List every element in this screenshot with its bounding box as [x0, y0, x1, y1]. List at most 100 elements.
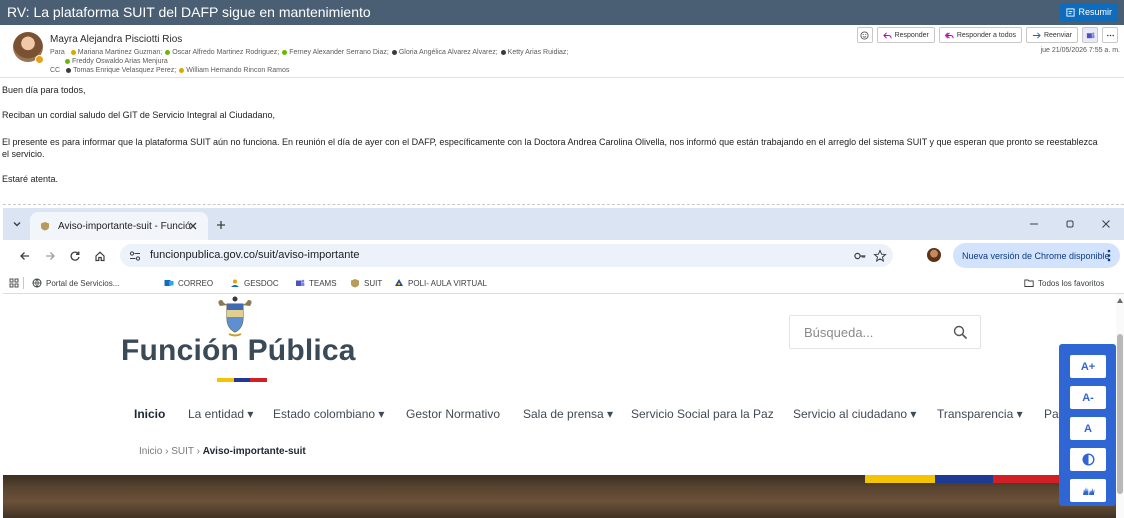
presence-available-icon: [65, 59, 70, 64]
new-tab-button[interactable]: [213, 217, 229, 233]
flag-yellow: [865, 475, 935, 483]
email-actions: Responder Responder a todos Reenviar: [856, 27, 1118, 43]
nav-estado-colombiano[interactable]: Estado colombiano ▾: [273, 402, 384, 426]
tab-search-button[interactable]: [9, 216, 25, 232]
minimize-button[interactable]: [1016, 208, 1052, 240]
chevron-down-icon: [13, 222, 21, 227]
profile-avatar[interactable]: [927, 248, 941, 262]
tab-strip: Aviso-importante-suit - Funció: [3, 208, 1124, 240]
site-info-icon[interactable]: [128, 249, 142, 263]
scroll-up-arrow-icon[interactable]: [1117, 298, 1123, 303]
recipient[interactable]: Ketty Arias Ruidiaz;: [508, 49, 569, 56]
close-tab-button[interactable]: [186, 219, 200, 233]
nav-servicio-al-ciudadano[interactable]: Servicio al ciudadano ▾: [793, 402, 916, 426]
bookmark-correo[interactable]: CORREO: [164, 272, 213, 294]
restore-icon: [1066, 220, 1074, 228]
reply-label: Responder: [894, 31, 929, 39]
site-brand-title[interactable]: Función Pública: [121, 334, 356, 368]
bookmark-teams[interactable]: TEAMS: [295, 272, 337, 294]
presence-away-icon: [179, 68, 185, 73]
bookmark-suit[interactable]: SUIT: [350, 272, 382, 294]
decrease-font-button[interactable]: A-: [1070, 386, 1106, 409]
to-label: Para: [50, 49, 65, 56]
sign-language-icon: [1082, 487, 1094, 495]
cc-label: CC: [50, 67, 61, 74]
breadcrumb: Inicio › SUIT › Aviso-importante-suit: [139, 446, 306, 457]
recipient[interactable]: Freddy Oswaldo Arias Menjura: [72, 58, 168, 65]
accessibility-toolbar: A+ A- A: [1059, 344, 1116, 506]
nav-gestor-normativo[interactable]: Gestor Normativo: [406, 402, 500, 426]
summarize-label: Resumir: [1078, 7, 1112, 17]
contrast-button[interactable]: [1070, 448, 1106, 471]
presence-away-icon: [35, 55, 44, 64]
funcion-publica-page: Función Pública Búsqueda... Inicio La en…: [3, 294, 1124, 518]
folder-icon: [1024, 279, 1034, 287]
bookmark-poli-aula-virtual[interactable]: POLI- AULA VIRTUAL: [394, 272, 487, 294]
nav-la-entidad[interactable]: La entidad ▾: [188, 402, 253, 426]
email-subject-bar: RV: La plataforma SUIT del DAFP sigue en…: [0, 0, 1124, 25]
nav-inicio[interactable]: Inicio: [134, 402, 165, 426]
nav-sala-de-prensa[interactable]: Sala de prensa ▾: [523, 402, 613, 426]
home-button[interactable]: [92, 248, 108, 264]
recipient[interactable]: Mariana Martinez Guzman;: [78, 49, 162, 56]
password-key-icon[interactable]: [853, 249, 867, 263]
all-bookmarks-label: Todos los favoritos: [1038, 278, 1105, 288]
close-icon: [1102, 220, 1110, 228]
recipient[interactable]: Gloria Angélica Alvarez Alvarez;: [399, 49, 498, 56]
gesdoc-icon: [231, 279, 239, 287]
site-favicon: [351, 279, 359, 288]
to-line-continued: Freddy Oswaldo Arias Menjura: [62, 58, 168, 65]
summarize-button[interactable]: Resumir: [1060, 3, 1118, 22]
flag-stripe: [217, 378, 268, 382]
emoji-reaction-button[interactable]: [856, 27, 873, 43]
reply-icon: [882, 31, 892, 39]
sign-language-button[interactable]: [1070, 479, 1106, 502]
recipient[interactable]: William Hernando Rincon Ramos: [186, 67, 289, 74]
back-button[interactable]: [17, 248, 33, 264]
reply-all-icon: [944, 31, 954, 39]
scrollbar-thumb[interactable]: [1117, 334, 1123, 494]
teams-icon: [1086, 32, 1094, 38]
arrow-right-icon: [46, 252, 55, 260]
nav-transparencia[interactable]: Transparencia ▾: [937, 402, 1023, 426]
increase-font-button[interactable]: A+: [1070, 355, 1106, 378]
tab-aviso-importante[interactable]: Aviso-importante-suit - Funció: [30, 212, 208, 240]
hero-banner: [3, 475, 1124, 518]
reply-button[interactable]: Responder: [876, 27, 935, 43]
email-paragraph: el servicio.: [2, 149, 45, 159]
page-scrollbar[interactable]: [1116, 294, 1124, 518]
close-window-button[interactable]: [1088, 208, 1124, 240]
reset-font-button[interactable]: A: [1070, 417, 1106, 440]
presence-offline-icon: [500, 50, 506, 55]
email-greeting: Buen día para todos,: [2, 85, 86, 95]
reply-all-button[interactable]: Responder a todos: [938, 27, 1022, 43]
forward-nav-button[interactable]: [42, 248, 58, 264]
address-bar[interactable]: funcionpublica.gov.co/suit/aviso-importa…: [120, 244, 893, 267]
site-search-input[interactable]: Búsqueda...: [789, 315, 981, 349]
reload-button[interactable]: [67, 248, 83, 264]
more-actions-button[interactable]: [1102, 27, 1118, 43]
bookmark-gesdoc[interactable]: GESDOC: [230, 272, 279, 294]
embedded-browser-screenshot: Aviso-importante-suit - Funció funcionpu…: [3, 204, 1124, 518]
breadcrumb-home[interactable]: Inicio: [139, 446, 162, 457]
recipient[interactable]: Ferney Alexander Serrano Diaz;: [289, 49, 389, 56]
smiley-icon: [860, 30, 869, 40]
chrome-update-button[interactable]: Nueva versión de Chrome disponible: [953, 243, 1120, 268]
recipient[interactable]: Tomas Enrique Velasquez Perez;: [73, 67, 176, 74]
apps-button[interactable]: [9, 272, 19, 294]
bookmark-portal-servicios[interactable]: Portal de Servicios...: [32, 272, 119, 294]
recipient[interactable]: Oscar Alfredo Martinez Rodriguez;: [172, 49, 279, 56]
teams-share-button[interactable]: [1082, 27, 1098, 43]
bookmark-star-icon[interactable]: [873, 249, 887, 263]
restore-button[interactable]: [1052, 208, 1088, 240]
sender-name[interactable]: Mayra Alejandra Pisciotti Rios: [50, 34, 182, 45]
kebab-menu-icon[interactable]: [1107, 249, 1111, 262]
all-bookmarks-button[interactable]: Todos los favoritos: [1024, 272, 1104, 294]
poli-icon: [395, 279, 403, 286]
forward-button[interactable]: Reenviar: [1025, 27, 1078, 43]
breadcrumb-section[interactable]: SUIT: [171, 446, 194, 457]
search-icon[interactable]: [953, 325, 968, 340]
nav-servicio-social-paz[interactable]: Servicio Social para la Paz: [631, 402, 774, 426]
reload-icon: [70, 251, 80, 261]
forward-icon: [1032, 31, 1041, 39]
